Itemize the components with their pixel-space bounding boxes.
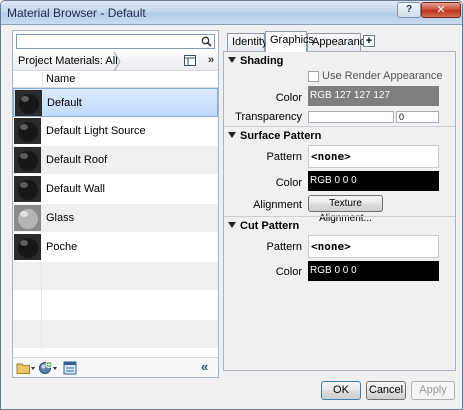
material-browser-window: Material Browser - Default ? ✕ Project M… <box>0 0 463 410</box>
collapse-library-icon[interactable]: « <box>201 359 208 374</box>
view-options-icon[interactable] <box>184 55 196 66</box>
surface-pattern-field[interactable]: <none> <box>308 145 439 168</box>
material-list-item[interactable]: Default Wall <box>13 175 218 204</box>
shading-title: Shading <box>240 55 284 67</box>
graphics-properties-panel: Shading Use Render Appearance Color RGB … <box>223 51 456 371</box>
close-button[interactable]: ✕ <box>421 2 461 18</box>
tab-graphics[interactable]: Graphics <box>265 31 314 52</box>
transparency-value-field[interactable]: 0 <box>396 111 439 123</box>
empty-list-row <box>13 262 218 291</box>
cut-pattern-field[interactable]: <none> <box>308 235 439 258</box>
texture-alignment-button[interactable]: Texture Alignment... <box>308 195 383 224</box>
surface-pattern-label: Pattern <box>266 151 302 163</box>
create-material-icon[interactable] <box>38 361 58 375</box>
dark-sphere-icon <box>14 176 41 202</box>
material-name: Default Wall <box>46 183 105 195</box>
section-divider <box>224 216 455 217</box>
collapse-triangle-icon <box>228 222 236 228</box>
search-box[interactable] <box>16 34 215 49</box>
dark-sphere-icon <box>14 118 41 144</box>
dark-sphere-icon <box>14 147 41 173</box>
cut-pattern-title: Cut Pattern <box>240 220 300 232</box>
surface-color-label: Color <box>275 177 302 189</box>
library-filter-dropdown[interactable]: Project Materials: All <box>18 55 118 67</box>
surface-pattern-title: Surface Pattern <box>240 130 322 142</box>
ok-button[interactable]: OK <box>321 381 361 400</box>
collapse-triangle-icon <box>228 132 236 138</box>
library-toolbar: « <box>13 357 218 377</box>
search-input[interactable] <box>19 35 199 48</box>
material-list: Default Default Light Source Default Roof D… <box>13 88 218 349</box>
apply-button[interactable]: Apply <box>411 381 455 400</box>
shading-color-label: Color <box>275 92 302 104</box>
cut-pattern-label: Pattern <box>266 241 302 253</box>
empty-thumbnail-cell <box>13 262 42 291</box>
material-list-item[interactable]: Poche <box>13 233 218 262</box>
surface-pattern-section-header[interactable]: Surface Pattern <box>228 130 321 142</box>
open-library-icon[interactable] <box>16 361 36 375</box>
alignment-label: Alignment <box>253 199 302 211</box>
transparency-label: Transparency <box>235 111 302 123</box>
shading-section-header[interactable]: Shading <box>228 55 283 67</box>
tab-appearance[interactable]: Appearance <box>307 33 371 51</box>
material-name: Default Light Source <box>46 125 146 137</box>
dark-sphere-icon <box>15 90 42 116</box>
asset-browser-icon[interactable] <box>63 361 77 375</box>
empty-list-row <box>13 291 218 320</box>
add-asset-tab-button[interactable]: + <box>363 35 375 47</box>
material-name: Glass <box>46 212 75 224</box>
title-bar[interactable]: Material Browser - Default ? ✕ <box>1 1 462 25</box>
help-button[interactable]: ? <box>397 2 421 18</box>
empty-thumbnail-cell <box>13 320 42 349</box>
dark-sphere-icon <box>14 234 41 260</box>
material-name: Poche <box>46 241 78 253</box>
window-title: Material Browser - Default <box>7 6 146 20</box>
material-name: Default <box>47 97 82 109</box>
transparency-slider[interactable] <box>308 111 394 123</box>
tab-identity[interactable]: Identity <box>227 33 267 51</box>
material-list-item[interactable]: Default Roof <box>13 146 218 175</box>
material-list-item[interactable]: Default <box>13 88 218 117</box>
empty-list-row <box>13 320 218 349</box>
more-options-icon[interactable]: » <box>208 54 214 66</box>
breadcrumb-arrow-icon <box>113 52 121 71</box>
library-filter-bar: Project Materials: All » <box>13 52 218 71</box>
use-render-appearance-checkbox[interactable] <box>308 71 319 82</box>
shading-color-swatch[interactable]: RGB 127 127 127 <box>308 86 439 106</box>
collapse-triangle-icon <box>228 57 236 63</box>
empty-thumbnail-cell <box>13 291 42 320</box>
glass-sphere-icon <box>14 205 41 231</box>
material-name: Default Roof <box>46 154 108 166</box>
section-divider <box>224 126 455 127</box>
thumbnail-column-header <box>13 71 43 88</box>
cut-color-label: Color <box>275 266 302 278</box>
cancel-button[interactable]: Cancel <box>366 381 406 400</box>
surface-color-swatch[interactable]: RGB 0 0 0 <box>308 171 439 191</box>
list-header: Name <box>13 71 218 88</box>
use-render-appearance-label: Use Render Appearance <box>322 70 443 82</box>
search-icon[interactable] <box>201 36 212 47</box>
material-list-item[interactable]: Default Light Source <box>13 117 218 146</box>
cut-pattern-section-header[interactable]: Cut Pattern <box>228 220 299 232</box>
material-list-panel: Project Materials: All » Name Default Def… <box>12 30 219 378</box>
cut-color-swatch[interactable]: RGB 0 0 0 <box>308 261 439 281</box>
material-list-item[interactable]: Glass <box>13 204 218 233</box>
name-column-header[interactable]: Name <box>46 73 75 85</box>
